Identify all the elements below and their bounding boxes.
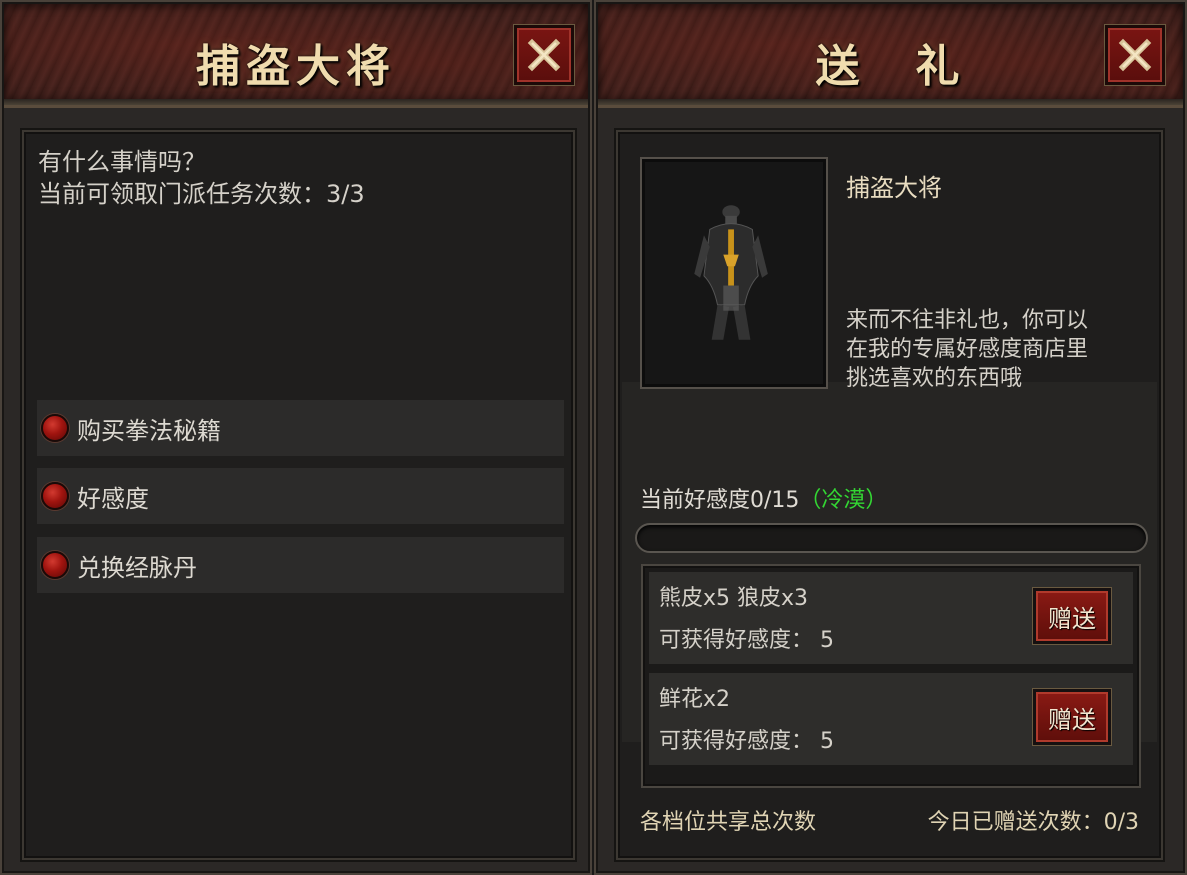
dialog-text: 有什么事情吗？ 当前可领取门派任务次数：3/3 [38, 148, 365, 208]
panel-title: 送 礼 [815, 41, 966, 92]
close-icon [527, 38, 561, 72]
option-label: 好感度 [77, 484, 149, 513]
gift-panel: 送 礼 捕盗大将 来而不往非礼也，你可以 在我的专属好感度商店里 挑选喜欢的东西… [594, 0, 1187, 875]
red-orb-icon [41, 551, 69, 579]
dialog-frame: 有什么事情吗？ 当前可领取门派任务次数：3/3 购买拳法秘籍 好感度 兑换经脉丹 [22, 130, 575, 860]
close-button[interactable] [1105, 25, 1165, 85]
gift-name: 鲜花x2 [659, 687, 731, 712]
gift-item: 鲜花x2 可获得好感度： 5 赠送 [649, 673, 1133, 765]
npc-name: 捕盗大将 [846, 174, 942, 202]
option-buy-fist-manual[interactable]: 购买拳法秘籍 [37, 400, 564, 456]
red-orb-icon [41, 482, 69, 510]
gift-reward: 可获得好感度： 5 [659, 729, 834, 754]
option-favor[interactable]: 好感度 [37, 468, 564, 524]
favor-label: 当前好感度0/15 [640, 488, 800, 513]
gift-item: 熊皮x5 狼皮x3 可获得好感度： 5 赠送 [649, 572, 1133, 664]
gift-list: 熊皮x5 狼皮x3 可获得好感度： 5 赠送 鲜花x2 可获得好感度： 5 赠送 [641, 564, 1141, 788]
give-gift-button[interactable]: 赠送 [1033, 689, 1111, 745]
favor-status: （冷漠） [799, 488, 888, 513]
option-label: 购买拳法秘籍 [77, 416, 221, 445]
favor-line: 当前好感度0/15（冷漠） [640, 482, 887, 514]
shared-count-note: 各档位共享总次数 [640, 810, 817, 835]
title-bar: 送 礼 [598, 4, 1183, 108]
close-icon [1118, 38, 1152, 72]
favor-progress-bar [635, 523, 1148, 553]
option-label: 兑换经脉丹 [77, 553, 197, 582]
npc-portrait [640, 157, 828, 389]
gift-frame: 捕盗大将 来而不往非礼也，你可以 在我的专属好感度商店里 挑选喜欢的东西哦 当前… [616, 130, 1163, 860]
npc-description: 来而不往非礼也，你可以 在我的专属好感度商店里 挑选喜欢的东西哦 [846, 308, 1089, 391]
npc-dialog-panel: 捕盗大将 有什么事情吗？ 当前可领取门派任务次数：3/3 购买拳法秘籍 好感度 … [0, 0, 592, 875]
panel-title: 捕盗大将 [196, 41, 396, 92]
gift-name: 熊皮x5 狼皮x3 [659, 586, 809, 611]
option-exchange-pill[interactable]: 兑换经脉丹 [37, 537, 564, 593]
give-gift-button[interactable]: 赠送 [1033, 588, 1111, 644]
daily-gift-count: 今日已赠送次数：0/3 [927, 810, 1139, 835]
close-button[interactable] [514, 25, 574, 85]
npc-figure-image [694, 205, 768, 340]
title-bar: 捕盗大将 [4, 4, 588, 108]
gift-reward: 可获得好感度： 5 [659, 628, 834, 653]
red-orb-icon [41, 414, 69, 442]
